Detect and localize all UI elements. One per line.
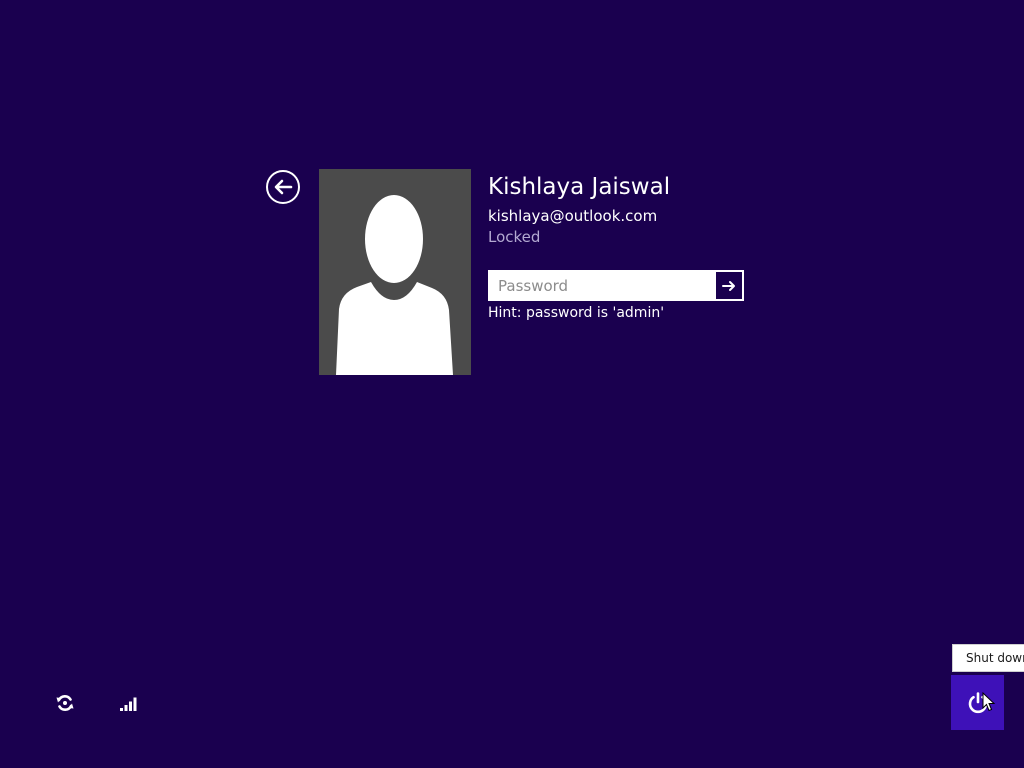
shut-down-tooltip: Shut down (952, 644, 1024, 672)
password-input[interactable] (489, 271, 715, 300)
mouse-cursor-icon (982, 692, 996, 712)
password-box (488, 270, 744, 301)
ease-of-access-button[interactable] (53, 691, 77, 715)
user-name: Kishlaya Jaiswal (488, 174, 671, 200)
password-hint: Hint: password is 'admin' (488, 305, 665, 321)
user-avatar (319, 169, 471, 375)
ease-of-access-icon (56, 695, 74, 711)
network-button[interactable] (116, 691, 140, 715)
back-button[interactable] (266, 170, 300, 204)
arrow-left-icon (274, 179, 293, 195)
signal-bars-icon (120, 697, 137, 711)
submit-button[interactable] (716, 272, 742, 299)
user-email: kishlaya@outlook.com (488, 207, 658, 225)
account-status: Locked (488, 228, 541, 246)
lock-screen: Kishlaya Jaiswal kishlaya@outlook.com Lo… (0, 0, 1024, 768)
power-button[interactable] (951, 675, 1004, 730)
user-silhouette-icon (336, 195, 453, 375)
arrow-right-icon (722, 280, 735, 291)
